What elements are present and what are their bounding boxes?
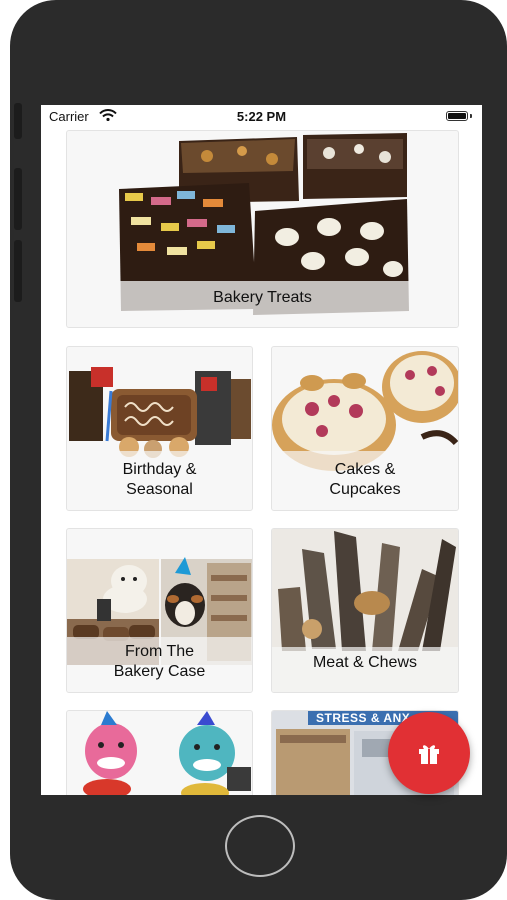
category-card-birthday-seasonal[interactable]: Birthday & Seasonal	[66, 346, 253, 511]
home-button[interactable]	[225, 815, 295, 877]
gift-fab-button[interactable]	[388, 712, 470, 794]
category-label: Bakery Treats	[213, 289, 312, 306]
category-card-toys[interactable]	[66, 710, 253, 795]
category-card-from-the-bakery-case[interactable]: From The Bakery Case	[66, 528, 253, 693]
battery-icon	[446, 111, 468, 121]
status-time: 5:22 PM	[236, 109, 287, 124]
category-label: Meat & Chews	[312, 654, 418, 671]
silent-switch	[14, 103, 22, 139]
stress-anxiety-banner-text: STRESS & ANX	[316, 711, 411, 725]
category-label: Cakes & Cupcakes	[329, 461, 401, 498]
status-bar: Carrier 5:22 PM	[41, 105, 482, 127]
category-card-cakes-cupcakes[interactable]: Cakes & Cupcakes	[271, 346, 459, 511]
category-label: Birthday & Seasonal	[122, 461, 197, 498]
category-card-bakery-treats[interactable]: Bakery Treats	[66, 130, 459, 328]
category-label: From The Bakery Case	[113, 643, 206, 680]
volume-down-button	[14, 240, 22, 302]
app-screen: Carrier 5:22 PM Bakery Treats Birthday &…	[41, 105, 482, 795]
toys-image	[83, 711, 251, 795]
category-card-meat-chews[interactable]: Meat & Chews	[271, 528, 459, 693]
volume-up-button	[14, 168, 22, 230]
gift-icon	[419, 745, 439, 764]
